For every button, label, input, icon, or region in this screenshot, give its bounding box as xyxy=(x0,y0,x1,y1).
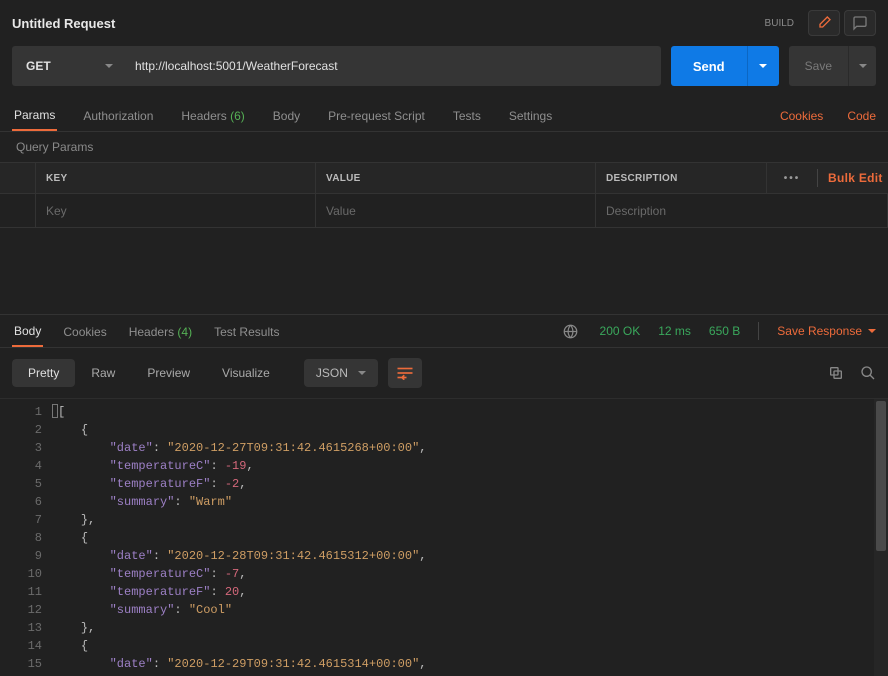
view-pretty[interactable]: Pretty xyxy=(12,359,75,387)
save-response-label: Save Response xyxy=(777,324,862,338)
query-params-label: Query Params xyxy=(0,132,888,162)
view-raw[interactable]: Raw xyxy=(75,359,131,387)
tab-headers[interactable]: Headers (6) xyxy=(179,101,246,130)
build-label[interactable]: BUILD xyxy=(765,18,794,29)
params-table: KEY VALUE DESCRIPTION ••• Bulk Edit Key … xyxy=(0,162,888,228)
params-row[interactable]: Key Value Description xyxy=(0,194,888,228)
format-label: JSON xyxy=(316,366,348,380)
edit-icon[interactable] xyxy=(808,10,840,36)
chevron-down-icon xyxy=(759,64,767,68)
chevron-down-icon xyxy=(105,64,113,68)
description-header: DESCRIPTION xyxy=(596,163,767,193)
send-button-group: Send xyxy=(671,46,779,86)
format-select[interactable]: JSON xyxy=(304,359,378,387)
chevron-down-icon xyxy=(358,371,366,375)
cookies-link[interactable]: Cookies xyxy=(780,109,823,123)
http-method-label: GET xyxy=(26,59,51,73)
headers-count-badge: (6) xyxy=(230,109,245,123)
globe-icon[interactable] xyxy=(563,324,578,339)
resp-headers-count: (4) xyxy=(177,325,192,339)
save-dropdown[interactable] xyxy=(848,46,876,86)
key-header: KEY xyxy=(36,163,316,193)
comment-icon[interactable] xyxy=(844,10,876,36)
tab-settings[interactable]: Settings xyxy=(507,101,554,130)
value-header: VALUE xyxy=(316,163,596,193)
resp-tab-cookies[interactable]: Cookies xyxy=(61,317,108,346)
key-input[interactable]: Key xyxy=(36,194,316,227)
tab-prerequest[interactable]: Pre-request Script xyxy=(326,101,427,130)
save-button-group: Save xyxy=(789,46,876,86)
tab-params[interactable]: Params xyxy=(12,100,57,131)
resp-tab-body[interactable]: Body xyxy=(12,315,43,347)
response-size: 650 B xyxy=(709,324,740,338)
tab-headers-label: Headers xyxy=(181,109,226,123)
wrap-lines-button[interactable] xyxy=(388,358,422,388)
status-code: 200 OK xyxy=(600,324,641,338)
checkbox-col xyxy=(0,163,36,193)
send-button[interactable]: Send xyxy=(671,46,747,86)
value-input[interactable]: Value xyxy=(316,194,596,227)
tab-authorization[interactable]: Authorization xyxy=(81,101,155,130)
send-dropdown[interactable] xyxy=(747,46,779,86)
response-time: 12 ms xyxy=(658,324,691,338)
save-response-button[interactable]: Save Response xyxy=(777,324,876,338)
chevron-down-icon xyxy=(868,329,876,333)
response-body-view[interactable]: [ { "date": "2020-12-27T09:31:42.4615268… xyxy=(52,399,874,676)
resp-tab-test-results[interactable]: Test Results xyxy=(212,317,281,346)
scrollbar[interactable] xyxy=(874,399,888,676)
resp-tab-headers[interactable]: Headers (4) xyxy=(127,317,194,346)
resp-headers-label: Headers xyxy=(129,325,174,339)
more-options-icon[interactable]: ••• xyxy=(784,173,801,184)
description-input[interactable]: Description xyxy=(596,194,888,227)
view-preview[interactable]: Preview xyxy=(131,359,206,387)
search-icon[interactable] xyxy=(860,365,876,381)
http-method-select[interactable]: GET xyxy=(12,46,127,86)
chevron-down-icon xyxy=(859,64,867,68)
line-gutter: 123456789101112131415 xyxy=(0,399,52,676)
method-url-bar: GET xyxy=(12,46,661,86)
bulk-edit-link[interactable]: Bulk Edit xyxy=(828,171,883,185)
view-visualize[interactable]: Visualize xyxy=(206,359,286,387)
copy-icon[interactable] xyxy=(828,365,844,381)
request-title: Untitled Request xyxy=(12,16,765,31)
tab-tests[interactable]: Tests xyxy=(451,101,483,130)
url-input[interactable] xyxy=(127,46,661,86)
tab-body[interactable]: Body xyxy=(271,101,302,130)
code-link[interactable]: Code xyxy=(847,109,876,123)
save-button[interactable]: Save xyxy=(789,46,848,86)
